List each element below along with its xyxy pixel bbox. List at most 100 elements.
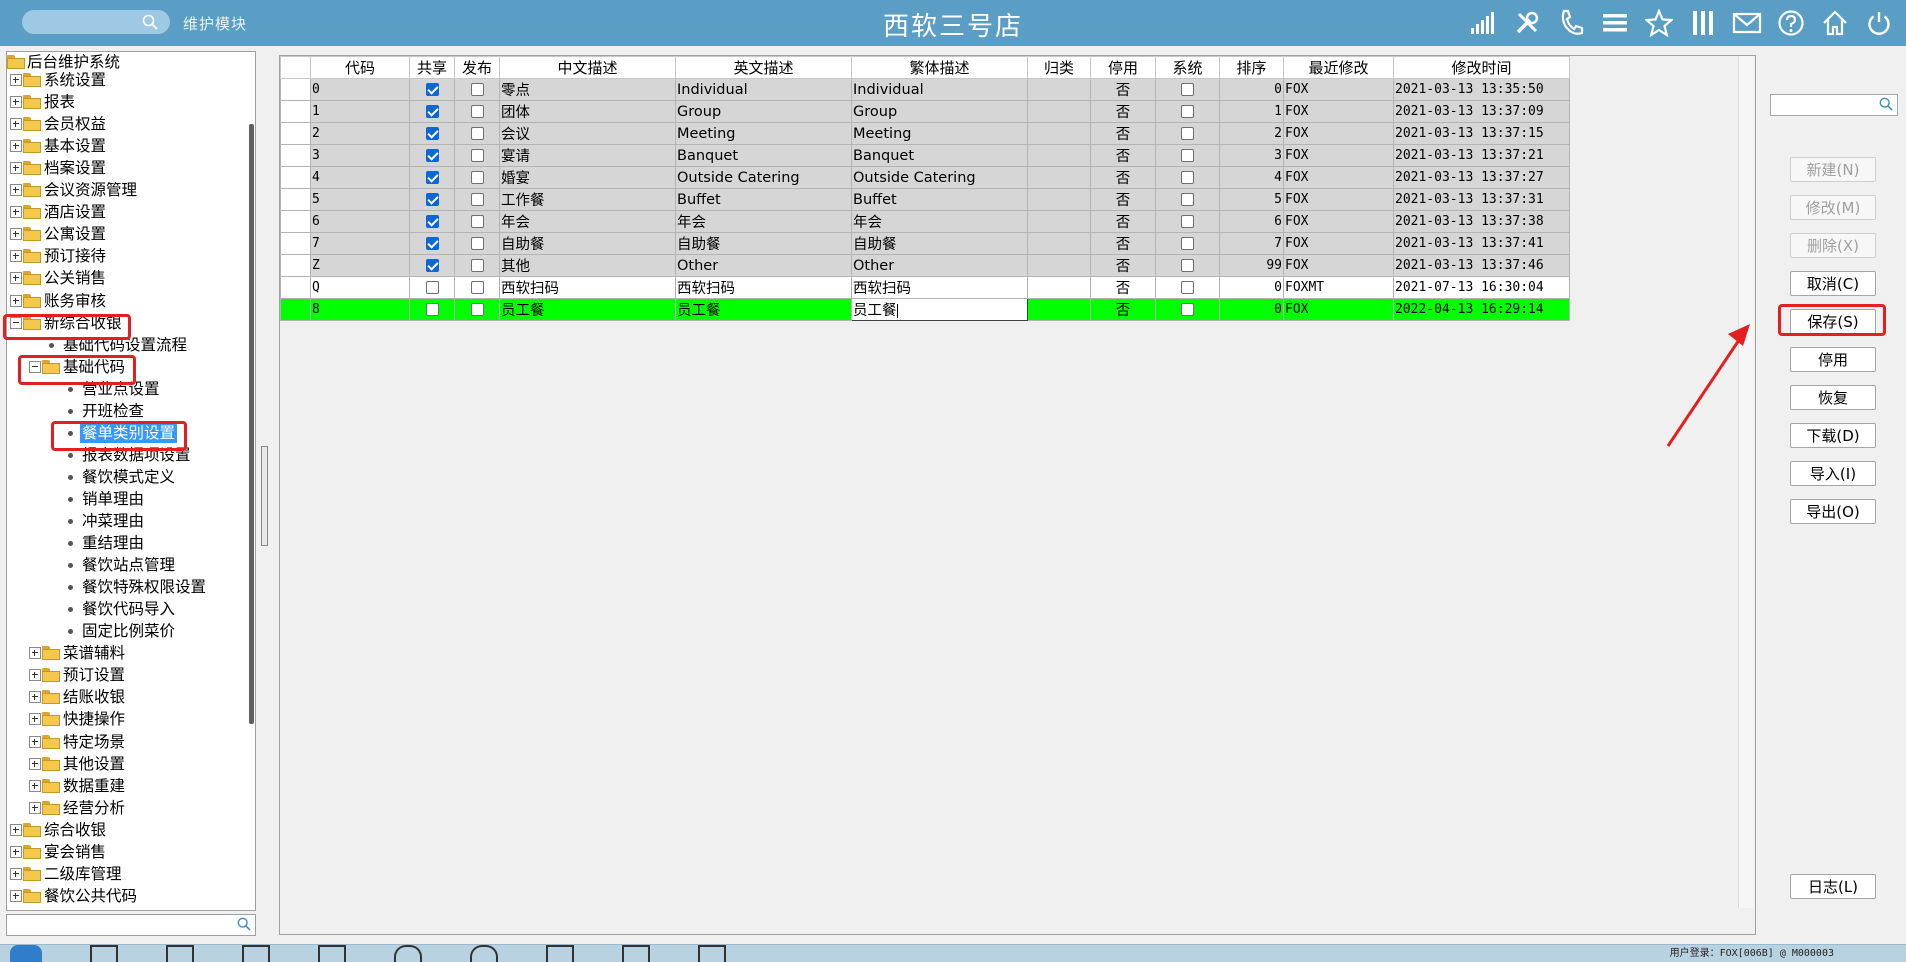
table-row[interactable]: 4 婚宴 Outside Catering Outside Catering 否 4 FOX…: [280, 166, 1570, 189]
expand-icon[interactable]: [10, 74, 22, 86]
checkbox[interactable]: [425, 193, 439, 206]
cell-disabled[interactable]: 否: [1090, 210, 1156, 233]
cell-category[interactable]: [1027, 232, 1091, 255]
column-header[interactable]: 修改时间: [1393, 56, 1570, 79]
tree-search-input[interactable]: [6, 914, 256, 936]
cell-cn-desc[interactable]: 西软扫码: [499, 276, 676, 299]
cell-category[interactable]: [1027, 100, 1091, 123]
cell-tw-desc[interactable]: Outside Catering: [851, 166, 1028, 189]
cell-modifier[interactable]: FOX: [1283, 166, 1394, 189]
expand-icon[interactable]: [29, 801, 41, 814]
new-button[interactable]: 新建(N): [1790, 157, 1876, 182]
expand-icon[interactable]: [10, 96, 22, 109]
cell-tw-desc-editing[interactable]: 员工餐: [851, 298, 1028, 321]
cell-en-desc[interactable]: 年会: [675, 210, 852, 233]
cell-modifier[interactable]: FOX: [1283, 144, 1394, 167]
cell-disabled[interactable]: 否: [1090, 298, 1156, 321]
cell-share[interactable]: [409, 232, 455, 255]
cell-tw-desc[interactable]: Buffet: [851, 188, 1028, 211]
expand-icon[interactable]: [10, 140, 22, 153]
checkbox[interactable]: [1181, 83, 1194, 96]
cell-cn-desc[interactable]: 员工餐: [499, 298, 676, 321]
checkbox[interactable]: [425, 171, 439, 184]
column-header[interactable]: 代码: [310, 56, 410, 79]
cell-modified-time[interactable]: 2021-03-13 13:37:31: [1393, 188, 1570, 211]
cell-share[interactable]: [409, 254, 455, 277]
row-header[interactable]: [280, 298, 311, 321]
cell-en-desc[interactable]: 员工餐: [675, 298, 852, 321]
cell-publish[interactable]: [454, 122, 500, 145]
cell-category[interactable]: [1027, 298, 1091, 321]
cell-modified-time[interactable]: 2021-03-13 13:37:38: [1393, 210, 1570, 233]
cell-modifier[interactable]: FOX: [1283, 100, 1394, 123]
cell-en-desc[interactable]: Meeting: [675, 122, 852, 145]
expand-icon[interactable]: [10, 823, 22, 836]
cell-tw-desc[interactable]: Other: [851, 254, 1028, 277]
checkbox[interactable]: [425, 259, 439, 272]
checkbox[interactable]: [425, 215, 439, 228]
cell-publish[interactable]: [454, 232, 500, 255]
cell-en-desc[interactable]: Other: [675, 254, 852, 277]
checkbox[interactable]: [1181, 215, 1194, 228]
download-button[interactable]: 下载(D): [1790, 423, 1876, 448]
checkbox[interactable]: [470, 259, 484, 272]
row-header[interactable]: [280, 78, 311, 101]
cell-tw-desc[interactable]: Banquet: [851, 144, 1028, 167]
cell-disabled[interactable]: 否: [1090, 144, 1156, 167]
checkbox[interactable]: [470, 105, 484, 118]
mail-icon[interactable]: [1730, 6, 1764, 40]
checkbox[interactable]: [425, 83, 439, 96]
row-header[interactable]: [280, 166, 311, 189]
checkbox[interactable]: [1181, 237, 1194, 250]
checkbox[interactable]: [470, 281, 484, 294]
cell-order[interactable]: 2: [1219, 122, 1284, 145]
checkbox[interactable]: [470, 237, 484, 250]
cell-category[interactable]: [1027, 144, 1091, 167]
cancel-button[interactable]: 取消(C): [1790, 271, 1876, 296]
cell-cn-desc[interactable]: 团体: [499, 100, 676, 123]
cell-tw-desc[interactable]: 自助餐: [851, 232, 1028, 255]
cell-code[interactable]: 3: [310, 144, 410, 167]
cell-code[interactable]: Z: [310, 254, 410, 277]
checkbox[interactable]: [1181, 281, 1194, 294]
restore-button[interactable]: 恢复: [1790, 385, 1876, 410]
expand-icon[interactable]: [29, 691, 41, 704]
cell-en-desc[interactable]: Individual: [675, 78, 852, 101]
expand-icon[interactable]: [29, 757, 41, 770]
cell-en-desc[interactable]: Banquet: [675, 144, 852, 167]
power-icon[interactable]: [1862, 6, 1896, 40]
cell-code[interactable]: 4: [310, 166, 410, 189]
cell-system[interactable]: [1155, 254, 1220, 277]
cell-en-desc[interactable]: Buffet: [675, 188, 852, 211]
cell-share[interactable]: [409, 100, 455, 123]
log-button[interactable]: 日志(L): [1790, 874, 1876, 899]
cell-disabled[interactable]: 否: [1090, 254, 1156, 277]
cell-system[interactable]: [1155, 100, 1220, 123]
cell-order[interactable]: 99: [1219, 254, 1284, 277]
table-row[interactable]: 0 零点 Individual Individual 否 0 FOX 2021-03-13 1…: [280, 78, 1570, 101]
row-header[interactable]: [280, 144, 311, 167]
checkbox[interactable]: [425, 127, 439, 140]
cell-code[interactable]: 5: [310, 188, 410, 211]
cell-publish[interactable]: [454, 100, 500, 123]
grid-search-input[interactable]: [1770, 94, 1898, 116]
cell-cn-desc[interactable]: 年会: [499, 210, 676, 233]
column-header[interactable]: 繁体描述: [851, 56, 1028, 79]
table-row[interactable]: 7 自助餐 自助餐 自助餐否 7 FOX 2021-03-13 13:37:41: [280, 232, 1570, 255]
cell-publish[interactable]: [454, 298, 500, 321]
checkbox[interactable]: [470, 303, 484, 316]
column-header[interactable]: 共享: [409, 56, 455, 79]
column-header[interactable]: 英文描述: [675, 56, 852, 79]
expand-icon[interactable]: [10, 867, 22, 880]
cell-disabled[interactable]: 否: [1090, 100, 1156, 123]
cell-tw-desc[interactable]: Group: [851, 100, 1028, 123]
cell-tw-desc[interactable]: Meeting: [851, 122, 1028, 145]
cell-modifier[interactable]: FOX: [1283, 122, 1394, 145]
checkbox[interactable]: [425, 149, 439, 162]
checkbox[interactable]: [1181, 149, 1194, 162]
table-row[interactable]: 6 年会 年会 年会否 6 FOX 2021-03-13 13:37:38: [280, 210, 1570, 233]
checkbox[interactable]: [425, 303, 439, 316]
cell-modified-time[interactable]: 2021-07-13 16:30:04: [1393, 276, 1570, 299]
expand-icon[interactable]: [29, 735, 41, 748]
cell-disabled[interactable]: 否: [1090, 122, 1156, 145]
